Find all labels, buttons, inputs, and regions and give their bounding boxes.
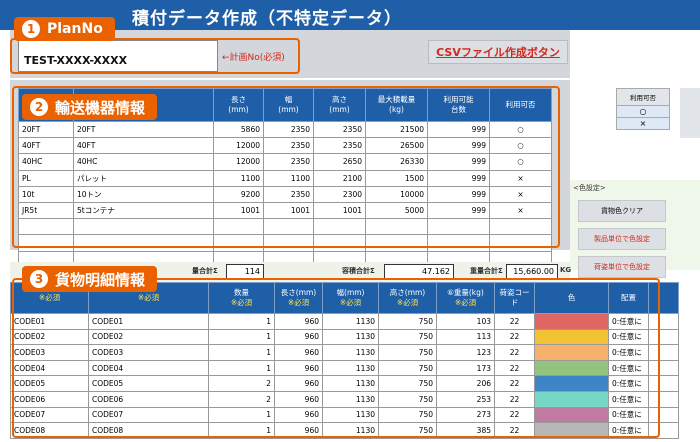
badge-label: 貨物明細情報 [55, 270, 146, 289]
planno-value: TEST-XXXX-XXXX [24, 54, 128, 67]
mini-value: × [616, 118, 670, 130]
cargo-badge: 3 貨物明細情報 [22, 266, 158, 292]
badge-label: PlanNo [47, 21, 103, 37]
weight-total-label: 重量合計Σ [470, 267, 503, 275]
mini-value: ○ [616, 106, 670, 118]
color-settings-label: <色設定> [573, 184, 606, 192]
mini-header: 利用可否 [616, 88, 670, 106]
csv-create-button[interactable]: CSVファイル作成ボタン [428, 40, 568, 64]
mini-header-extra [680, 88, 700, 138]
planno-required-note: ←計画No(必須) [222, 53, 285, 63]
planno-badge: 1 PlanNo [14, 17, 115, 41]
cargo-frame [12, 278, 660, 438]
clear-color-button[interactable]: 貨物色クリア [578, 200, 666, 222]
transport-badge: 2 輸送機器情報 [22, 94, 158, 120]
page-title: 積付データ作成（不特定データ） [132, 9, 402, 29]
availability-mini-table: 利用可否 ○ × [616, 88, 670, 138]
quantity-total-label: 量合計Σ [192, 267, 218, 275]
product-color-button[interactable]: 製品単位で色設定 [578, 228, 666, 250]
badge-number: 3 [30, 270, 48, 288]
badge-number: 2 [30, 98, 48, 116]
weight-unit: KG [560, 266, 572, 274]
badge-label: 輸送機器情報 [55, 98, 146, 117]
packing-color-button[interactable]: 荷姿単位で色設定 [578, 256, 666, 278]
volume-total-label: 容積合計Σ [342, 267, 375, 275]
badge-number: 1 [22, 20, 40, 38]
